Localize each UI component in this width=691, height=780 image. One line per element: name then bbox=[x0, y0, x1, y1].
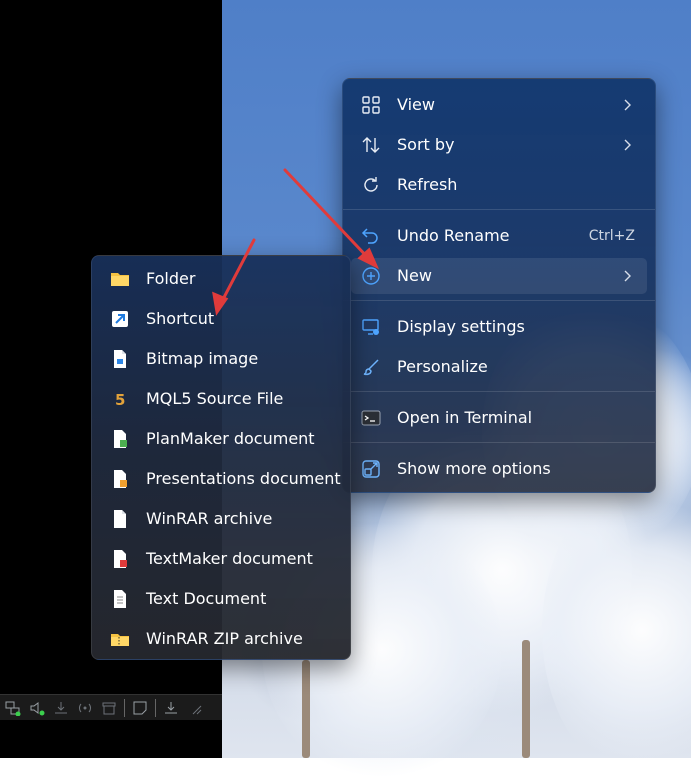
arrow-to-shortcut bbox=[218, 238, 256, 307]
arrow-to-new bbox=[283, 168, 374, 264]
annotation-arrows bbox=[212, 168, 380, 316]
arrow-head-shortcut bbox=[212, 291, 229, 316]
